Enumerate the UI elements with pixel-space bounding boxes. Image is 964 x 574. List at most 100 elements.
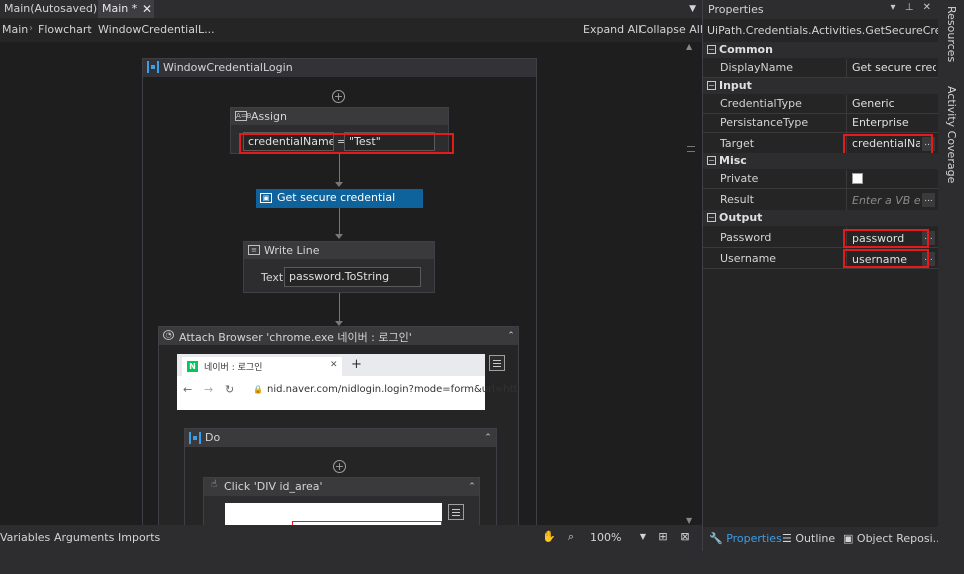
scroll-up-icon[interactable]: ▲: [686, 42, 692, 51]
connector-arrow-icon: [335, 182, 343, 187]
collapse-category-icon[interactable]: −: [707, 45, 716, 54]
browser-tab-close-icon: ✕: [330, 360, 338, 370]
category-label: Input: [719, 79, 752, 92]
do-sequence[interactable]: Do ⌃ + ☝ Click 'DIV id_area' ⌃: [184, 428, 497, 525]
property-value[interactable]: Get secure credent: [848, 59, 936, 77]
hand-pan-icon[interactable]: ✋: [542, 530, 556, 544]
object-repository-icon: ▣: [843, 532, 854, 545]
property-name: Private: [715, 170, 847, 188]
category-input[interactable]: − Input: [703, 78, 939, 94]
tab-main-autosaved[interactable]: Main(Autosaved): [0, 0, 101, 18]
property-value[interactable]: Generic: [848, 95, 936, 113]
get-secure-credential-activity[interactable]: ▣ Get secure credential: [256, 189, 423, 208]
activity-coverage-tab[interactable]: Activity Coverage: [945, 86, 958, 183]
attach-browser-menu-icon[interactable]: [489, 355, 505, 371]
browser-tab: N 네이버 : 로그인 ✕: [182, 357, 342, 376]
collapse-icon[interactable]: ⌃: [505, 331, 517, 341]
category-label: Misc: [719, 154, 747, 167]
lock-icon: 🔒: [253, 385, 263, 394]
collapse-category-icon[interactable]: −: [707, 213, 716, 222]
collapse-all-button[interactable]: Collapse All: [639, 23, 703, 36]
fit-to-screen-icon[interactable]: ⊞: [656, 530, 670, 544]
sequence-header[interactable]: WindowCredentialLogin: [143, 59, 536, 77]
browser-url: nid.naver.com/nidlogin.login?mode=form&u…: [267, 384, 518, 395]
scroll-grip[interactable]: [687, 146, 695, 152]
tab-dropdown-icon[interactable]: ▼: [689, 0, 696, 18]
write-line-icon: ≡: [248, 245, 260, 255]
expression-editor-button[interactable]: ...: [922, 193, 935, 207]
browser-new-tab-icon: +: [351, 357, 362, 372]
breadcrumb-separator-icon: ›: [88, 23, 92, 34]
breadcrumb-window-credential[interactable]: WindowCredentialL...: [98, 23, 215, 36]
variables-tab[interactable]: Variables: [0, 531, 50, 544]
assign-icon: A=B: [235, 111, 252, 121]
properties-panel: Properties ▾ ⊥ ✕ UiPath.Credentials.Acti…: [702, 0, 964, 551]
arguments-tab[interactable]: Arguments: [54, 531, 114, 544]
properties-footer: 🔧 Properties ☰ Outline ▣ Object Reposi..…: [703, 527, 943, 551]
do-title: Do: [205, 431, 221, 444]
breadcrumb-main[interactable]: Main: [2, 23, 28, 36]
object-repository-tab-label: Object Reposi...: [856, 532, 944, 545]
collapse-icon[interactable]: ⌃: [482, 433, 494, 443]
scroll-down-icon[interactable]: ▼: [686, 516, 692, 525]
imports-tab[interactable]: Imports: [118, 531, 160, 544]
property-row-credentialtype[interactable]: CredentialType Generic: [703, 95, 939, 114]
outline-tab[interactable]: ☰ Outline: [782, 532, 835, 545]
document-tabbar: Main(Autosaved) Main * ✕ ▼: [0, 0, 702, 18]
write-line-text-label: Text: [261, 271, 284, 284]
property-row-displayname[interactable]: DisplayName Get secure credent: [703, 59, 939, 78]
property-name: DisplayName: [715, 59, 847, 77]
property-name: Username: [715, 248, 847, 268]
add-activity-icon[interactable]: +: [332, 90, 345, 103]
close-tab-icon[interactable]: ✕: [140, 0, 154, 18]
highlight-box: [843, 229, 929, 248]
highlight-box: [239, 133, 454, 154]
property-value[interactable]: Enter a VB ex: [848, 192, 920, 210]
collapse-category-icon[interactable]: −: [707, 156, 716, 165]
status-bar: [0, 551, 964, 574]
connector-arrow-icon: [335, 234, 343, 239]
click-activity[interactable]: ☝ Click 'DIV id_area' ⌃: [203, 477, 480, 525]
write-line-text-field[interactable]: password.ToString: [284, 267, 421, 287]
connector: [339, 208, 340, 235]
property-name: Result: [715, 189, 847, 210]
connector: [339, 293, 340, 323]
property-row-private[interactable]: Private: [703, 170, 939, 189]
zoom-level[interactable]: 100%: [590, 531, 621, 544]
properties-tab[interactable]: 🔧 Properties: [709, 532, 782, 545]
designer-canvas[interactable]: WindowCredentialLogin + A=B Assign crede…: [0, 42, 684, 525]
properties-title: Properties: [708, 3, 764, 16]
add-activity-icon[interactable]: +: [333, 460, 346, 473]
click-target-screenshot: [225, 503, 442, 525]
object-repository-tab[interactable]: ▣ Object Reposi...: [843, 532, 943, 545]
zoom-icon[interactable]: ⌕: [564, 530, 578, 544]
panel-pin-icon[interactable]: ▾ ⊥ ✕: [891, 2, 934, 13]
category-output[interactable]: − Output: [703, 210, 939, 226]
click-header: ☝ Click 'DIV id_area' ⌃: [204, 478, 479, 496]
category-label: Output: [719, 211, 763, 224]
canvas-scrollbar[interactable]: ▲ ▼: [684, 42, 698, 525]
browser-screenshot: N 네이버 : 로그인 ✕ + ← → ↻ 🔒 nid.naver.com/ni…: [177, 354, 518, 410]
category-common[interactable]: − Common: [703, 42, 939, 58]
write-line-activity[interactable]: ≡ Write Line Text password.ToString: [243, 241, 435, 293]
wrench-icon: 🔧: [709, 532, 723, 545]
attach-browser-activity[interactable]: ◔ Attach Browser 'chrome.exe 네이버 : 로그인' …: [158, 326, 519, 525]
zoom-dropdown-icon[interactable]: ▼: [636, 530, 650, 544]
property-row-result[interactable]: Result Enter a VB ex ...: [703, 189, 939, 211]
breadcrumb-flowchart[interactable]: Flowchart: [38, 23, 92, 36]
back-icon: ←: [183, 383, 193, 396]
private-checkbox[interactable]: [852, 173, 863, 184]
overview-icon[interactable]: ⊠: [678, 530, 692, 544]
category-misc[interactable]: − Misc: [703, 153, 939, 169]
collapse-category-icon[interactable]: −: [707, 81, 716, 90]
properties-header: Properties ▾ ⊥ ✕: [703, 0, 938, 19]
highlight-box: [843, 134, 933, 155]
property-value[interactable]: Enterprise: [848, 114, 936, 132]
collapse-icon[interactable]: ⌃: [466, 482, 478, 492]
resources-tab[interactable]: Resources: [945, 6, 958, 62]
property-row-persistancetype[interactable]: PersistanceType Enterprise: [703, 114, 939, 133]
expand-all-button[interactable]: Expand All: [583, 23, 641, 36]
click-menu-icon[interactable]: [448, 504, 464, 520]
sequence-title: WindowCredentialLogin: [163, 61, 293, 74]
property-name: PersistanceType: [715, 114, 847, 132]
